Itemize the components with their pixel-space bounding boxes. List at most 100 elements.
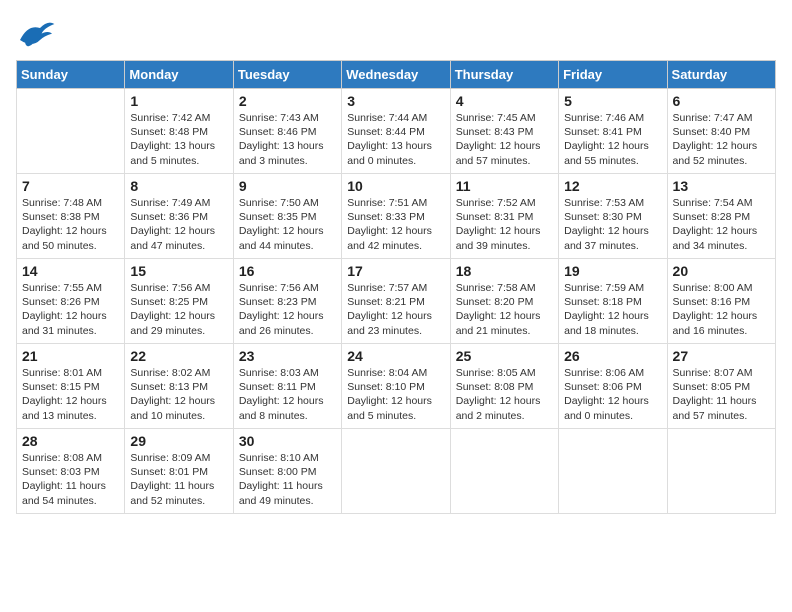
day-detail: Sunrise: 8:10 AMSunset: 8:00 PMDaylight:… — [239, 451, 336, 508]
calendar-week-row: 1 Sunrise: 7:42 AMSunset: 8:48 PMDaylight… — [17, 89, 776, 174]
day-detail: Sunrise: 7:45 AMSunset: 8:43 PMDaylight:… — [456, 111, 553, 168]
calendar-cell: 22 Sunrise: 8:02 AMSunset: 8:13 PMDayligh… — [125, 344, 233, 429]
calendar-cell: 18 Sunrise: 7:58 AMSunset: 8:20 PMDayligh… — [450, 259, 558, 344]
calendar-cell — [342, 429, 450, 514]
weekday-header: Saturday — [667, 61, 775, 89]
day-detail: Sunrise: 7:58 AMSunset: 8:20 PMDaylight:… — [456, 281, 553, 338]
calendar-cell: 10Sunrise: 7:51 AMSunset: 8:33 PMDayligh… — [342, 174, 450, 259]
calendar-cell: 15 Sunrise: 7:56 AMSunset: 8:25 PMDayligh… — [125, 259, 233, 344]
calendar-week-row: 7Sunrise: 7:48 AMSunset: 8:38 PMDaylight… — [17, 174, 776, 259]
calendar-cell: 2 Sunrise: 7:43 AMSunset: 8:46 PMDaylight… — [233, 89, 341, 174]
day-detail: Sunrise: 8:06 AMSunset: 8:06 PMDaylight:… — [564, 366, 661, 423]
day-detail: Sunrise: 7:49 AMSunset: 8:36 PMDaylight:… — [130, 196, 227, 253]
calendar-cell: 11 Sunrise: 7:52 AMSunset: 8:31 PMDayligh… — [450, 174, 558, 259]
day-number: 15 — [130, 263, 227, 279]
day-number: 9 — [239, 178, 336, 194]
calendar-cell — [450, 429, 558, 514]
calendar-cell: 28 Sunrise: 8:08 AMSunset: 8:03 PMDayligh… — [17, 429, 125, 514]
calendar-cell: 26 Sunrise: 8:06 AMSunset: 8:06 PMDayligh… — [559, 344, 667, 429]
calendar-cell: 17 Sunrise: 7:57 AMSunset: 8:21 PMDayligh… — [342, 259, 450, 344]
day-detail: Sunrise: 7:59 AMSunset: 8:18 PMDaylight:… — [564, 281, 661, 338]
day-number: 27 — [673, 348, 770, 364]
calendar-cell: 9 Sunrise: 7:50 AMSunset: 8:35 PMDaylight… — [233, 174, 341, 259]
day-number: 21 — [22, 348, 119, 364]
day-number: 5 — [564, 93, 661, 109]
day-number: 3 — [347, 93, 444, 109]
day-number: 1 — [130, 93, 227, 109]
day-detail: Sunrise: 7:43 AMSunset: 8:46 PMDaylight:… — [239, 111, 336, 168]
calendar-week-row: 21 Sunrise: 8:01 AMSunset: 8:15 PMDayligh… — [17, 344, 776, 429]
day-number: 10 — [347, 178, 444, 194]
calendar-cell: 13 Sunrise: 7:54 AMSunset: 8:28 PMDayligh… — [667, 174, 775, 259]
day-number: 14 — [22, 263, 119, 279]
calendar-cell: 1 Sunrise: 7:42 AMSunset: 8:48 PMDaylight… — [125, 89, 233, 174]
day-number: 16 — [239, 263, 336, 279]
weekday-header: Thursday — [450, 61, 558, 89]
day-detail: Sunrise: 7:56 AMSunset: 8:23 PMDaylight:… — [239, 281, 336, 338]
day-number: 7 — [22, 178, 119, 194]
day-detail: Sunrise: 8:01 AMSunset: 8:15 PMDaylight:… — [22, 366, 119, 423]
day-detail: Sunrise: 8:09 AMSunset: 8:01 PMDaylight:… — [130, 451, 227, 508]
day-detail: Sunrise: 7:57 AMSunset: 8:21 PMDaylight:… — [347, 281, 444, 338]
logo — [16, 16, 58, 52]
day-detail: Sunrise: 7:53 AMSunset: 8:30 PMDaylight:… — [564, 196, 661, 253]
day-number: 24 — [347, 348, 444, 364]
calendar-cell: 4 Sunrise: 7:45 AMSunset: 8:43 PMDaylight… — [450, 89, 558, 174]
day-number: 17 — [347, 263, 444, 279]
day-number: 25 — [456, 348, 553, 364]
calendar-cell: 12 Sunrise: 7:53 AMSunset: 8:30 PMDayligh… — [559, 174, 667, 259]
day-number: 20 — [673, 263, 770, 279]
day-number: 28 — [22, 433, 119, 449]
day-number: 22 — [130, 348, 227, 364]
calendar-cell: 14 Sunrise: 7:55 AMSunset: 8:26 PMDayligh… — [17, 259, 125, 344]
page-header — [16, 16, 776, 52]
day-number: 19 — [564, 263, 661, 279]
day-number: 8 — [130, 178, 227, 194]
day-number: 4 — [456, 93, 553, 109]
day-detail: Sunrise: 8:08 AMSunset: 8:03 PMDaylight:… — [22, 451, 119, 508]
day-detail: Sunrise: 8:05 AMSunset: 8:08 PMDaylight:… — [456, 366, 553, 423]
day-number: 26 — [564, 348, 661, 364]
calendar-cell — [17, 89, 125, 174]
day-number: 13 — [673, 178, 770, 194]
day-detail: Sunrise: 8:03 AMSunset: 8:11 PMDaylight:… — [239, 366, 336, 423]
day-detail: Sunrise: 7:46 AMSunset: 8:41 PMDaylight:… — [564, 111, 661, 168]
day-detail: Sunrise: 7:52 AMSunset: 8:31 PMDaylight:… — [456, 196, 553, 253]
day-number: 12 — [564, 178, 661, 194]
day-detail: Sunrise: 7:55 AMSunset: 8:26 PMDaylight:… — [22, 281, 119, 338]
calendar-cell: 8 Sunrise: 7:49 AMSunset: 8:36 PMDaylight… — [125, 174, 233, 259]
weekday-header: Tuesday — [233, 61, 341, 89]
weekday-header: Sunday — [17, 61, 125, 89]
day-number: 11 — [456, 178, 553, 194]
calendar-cell: 21 Sunrise: 8:01 AMSunset: 8:15 PMDayligh… — [17, 344, 125, 429]
calendar-cell: 19 Sunrise: 7:59 AMSunset: 8:18 PMDayligh… — [559, 259, 667, 344]
day-number: 29 — [130, 433, 227, 449]
day-detail: Sunrise: 7:42 AMSunset: 8:48 PMDaylight:… — [130, 111, 227, 168]
calendar-cell — [667, 429, 775, 514]
calendar-header-row: SundayMondayTuesdayWednesdayThursdayFrid… — [17, 61, 776, 89]
day-detail: Sunrise: 7:50 AMSunset: 8:35 PMDaylight:… — [239, 196, 336, 253]
day-detail: Sunrise: 8:02 AMSunset: 8:13 PMDaylight:… — [130, 366, 227, 423]
calendar-cell: 7Sunrise: 7:48 AMSunset: 8:38 PMDaylight… — [17, 174, 125, 259]
calendar-cell: 29 Sunrise: 8:09 AMSunset: 8:01 PMDayligh… — [125, 429, 233, 514]
weekday-header: Friday — [559, 61, 667, 89]
calendar-cell: 16 Sunrise: 7:56 AMSunset: 8:23 PMDayligh… — [233, 259, 341, 344]
day-detail: Sunrise: 7:56 AMSunset: 8:25 PMDaylight:… — [130, 281, 227, 338]
calendar-table: SundayMondayTuesdayWednesdayThursdayFrid… — [16, 60, 776, 514]
day-detail: Sunrise: 7:54 AMSunset: 8:28 PMDaylight:… — [673, 196, 770, 253]
calendar-cell: 24 Sunrise: 8:04 AMSunset: 8:10 PMDayligh… — [342, 344, 450, 429]
calendar-week-row: 14 Sunrise: 7:55 AMSunset: 8:26 PMDayligh… — [17, 259, 776, 344]
calendar-week-row: 28 Sunrise: 8:08 AMSunset: 8:03 PMDayligh… — [17, 429, 776, 514]
day-number: 2 — [239, 93, 336, 109]
calendar-cell: 27Sunrise: 8:07 AMSunset: 8:05 PMDayligh… — [667, 344, 775, 429]
logo-icon — [16, 16, 56, 52]
day-number: 6 — [673, 93, 770, 109]
calendar-cell: 23 Sunrise: 8:03 AMSunset: 8:11 PMDayligh… — [233, 344, 341, 429]
day-number: 18 — [456, 263, 553, 279]
calendar-cell: 6 Sunrise: 7:47 AMSunset: 8:40 PMDaylight… — [667, 89, 775, 174]
day-detail: Sunrise: 7:44 AMSunset: 8:44 PMDaylight:… — [347, 111, 444, 168]
day-detail: Sunrise: 8:04 AMSunset: 8:10 PMDaylight:… — [347, 366, 444, 423]
day-number: 23 — [239, 348, 336, 364]
calendar-cell: 3 Sunrise: 7:44 AMSunset: 8:44 PMDaylight… — [342, 89, 450, 174]
day-detail: Sunrise: 7:47 AMSunset: 8:40 PMDaylight:… — [673, 111, 770, 168]
